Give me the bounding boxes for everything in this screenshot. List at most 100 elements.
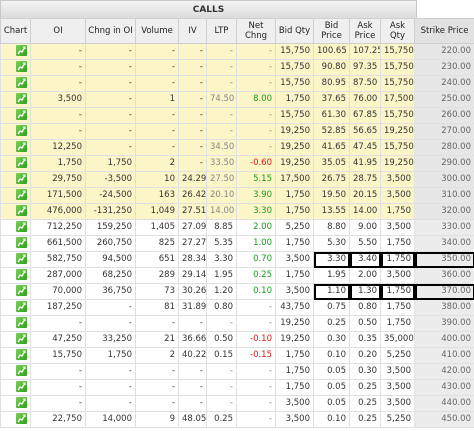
strike-price-cell[interactable]: 340.00: [414, 235, 474, 252]
chart-icon[interactable]: [16, 301, 27, 312]
chart-cell: [0, 171, 31, 188]
chng-oi-cell: -: [85, 43, 136, 60]
chart-cell: [0, 331, 31, 348]
iv-cell: -: [178, 155, 207, 172]
volume-cell: 1: [135, 91, 179, 108]
chart-icon[interactable]: [16, 205, 27, 216]
strike-price-cell[interactable]: 230.00: [414, 59, 474, 76]
ask-price-cell: 0.80: [349, 299, 381, 316]
ltp-cell: -: [206, 123, 237, 140]
bid-qty-cell: 3,500: [275, 251, 314, 268]
chart-icon[interactable]: [16, 237, 27, 248]
chart-icon[interactable]: [16, 269, 27, 280]
bid-price-cell: 3.30: [313, 251, 350, 268]
strike-price-cell[interactable]: 400.00: [414, 331, 474, 348]
col-bid-price[interactable]: Bid Price: [313, 18, 350, 44]
col-ltp[interactable]: LTP: [206, 18, 237, 44]
ask-price-cell: 0.25: [349, 379, 381, 396]
strike-price-cell[interactable]: 220.00: [414, 43, 474, 60]
col-strike-price[interactable]: Strike Price: [414, 18, 474, 44]
strike-price-cell[interactable]: 310.00: [414, 187, 474, 204]
header-row: Chart OI Chng in OI Volume IV LTP Net Ch…: [0, 18, 474, 44]
chart-icon[interactable]: [16, 381, 27, 392]
chart-icon[interactable]: [16, 317, 27, 328]
strike-price-cell[interactable]: 320.00: [414, 203, 474, 220]
table-row: - - - - - -1,750 0.05 0.30 3,500 420.00: [0, 363, 474, 380]
chart-icon[interactable]: [16, 285, 27, 296]
strike-price-cell[interactable]: 390.00: [414, 315, 474, 332]
iv-cell: 28.34: [178, 251, 207, 268]
bid-qty-cell: 43,750: [275, 299, 314, 316]
col-iv[interactable]: IV: [178, 18, 207, 44]
net-chng-cell: -: [236, 43, 276, 60]
chart-icon[interactable]: [16, 365, 27, 376]
chart-icon[interactable]: [16, 189, 27, 200]
strike-price-cell[interactable]: 270.00: [414, 123, 474, 140]
strike-price-cell[interactable]: 370.00: [414, 283, 474, 300]
chart-icon[interactable]: [16, 77, 27, 88]
ask-price-cell: 0.25: [349, 395, 381, 412]
chng-oi-cell: -131,250: [85, 203, 136, 220]
col-chng-oi[interactable]: Chng in OI: [85, 18, 136, 44]
iv-cell: -: [178, 395, 207, 412]
chng-oi-cell: 14,000: [85, 411, 136, 428]
ask-price-cell: 0.35: [349, 331, 381, 348]
chart-icon[interactable]: [16, 173, 27, 184]
col-bid-qty[interactable]: Bid Qty: [275, 18, 314, 44]
col-volume[interactable]: Volume: [135, 18, 179, 44]
strike-price-cell[interactable]: 420.00: [414, 363, 474, 380]
ask-qty-cell: 15,750: [380, 139, 415, 156]
strike-price-cell[interactable]: 410.00: [414, 347, 474, 364]
strike-price-cell[interactable]: 440.00: [414, 395, 474, 412]
chart-icon[interactable]: [16, 413, 27, 424]
strike-price-cell[interactable]: 290.00: [414, 155, 474, 172]
ask-price-cell: 28.75: [349, 171, 381, 188]
ask-qty-cell: 15,750: [380, 59, 415, 76]
chart-icon[interactable]: [16, 253, 27, 264]
table-row: - - - - - -3,500 0.05 0.25 3,500 440.00: [0, 395, 474, 412]
chart-icon[interactable]: [16, 93, 27, 104]
strike-price-cell[interactable]: 450.00: [414, 411, 474, 428]
ask-qty-cell: 15,750: [380, 75, 415, 92]
strike-price-cell[interactable]: 350.00: [414, 251, 474, 268]
strike-price-cell[interactable]: 330.00: [414, 219, 474, 236]
strike-price-cell[interactable]: 250.00: [414, 91, 474, 108]
net-chng-cell: -: [236, 107, 276, 124]
chart-icon[interactable]: [16, 333, 27, 344]
strike-price-cell[interactable]: 300.00: [414, 171, 474, 188]
chart-icon[interactable]: [16, 61, 27, 72]
chng-oi-cell: -3,500: [85, 171, 136, 188]
chart-icon[interactable]: [16, 141, 27, 152]
chng-oi-cell: 36,750: [85, 283, 136, 300]
bid-price-cell: 8.80: [313, 219, 350, 236]
chart-icon[interactable]: [16, 221, 27, 232]
chart-icon[interactable]: [16, 349, 27, 360]
chart-icon[interactable]: [16, 157, 27, 168]
strike-price-cell[interactable]: 360.00: [414, 267, 474, 284]
strike-price-cell[interactable]: 380.00: [414, 299, 474, 316]
bid-price-cell: 37.65: [313, 91, 350, 108]
strike-price-cell[interactable]: 280.00: [414, 139, 474, 156]
ltp-cell: -: [206, 363, 237, 380]
chart-icon[interactable]: [16, 397, 27, 408]
bid-price-cell: 13.55: [313, 203, 350, 220]
ask-qty-cell: 1,750: [380, 235, 415, 252]
chng-oi-cell: -: [85, 395, 136, 412]
net-chng-cell: -: [236, 59, 276, 76]
col-net-chng[interactable]: Net Chng: [236, 18, 276, 44]
oi-cell: -: [30, 315, 86, 332]
col-ask-price[interactable]: Ask Price: [349, 18, 381, 44]
chart-icon[interactable]: [16, 125, 27, 136]
col-oi[interactable]: OI: [30, 18, 86, 44]
strike-price-cell[interactable]: 430.00: [414, 379, 474, 396]
chart-icon[interactable]: [16, 45, 27, 56]
table-row: - - - - - -1,750 0.05 0.25 3,500 430.00: [0, 379, 474, 396]
table-row: 661,500 260,750 825 27.27 5.35 1.00 1,750 5.30 5…: [0, 235, 474, 252]
bid-price-cell: 90.80: [313, 59, 350, 76]
strike-price-cell[interactable]: 240.00: [414, 75, 474, 92]
chart-icon[interactable]: [16, 109, 27, 120]
col-ask-qty[interactable]: Ask Qty: [380, 18, 415, 44]
ask-price-cell: 14.00: [349, 203, 381, 220]
strike-price-cell[interactable]: 260.00: [414, 107, 474, 124]
net-chng-cell: -: [236, 315, 276, 332]
